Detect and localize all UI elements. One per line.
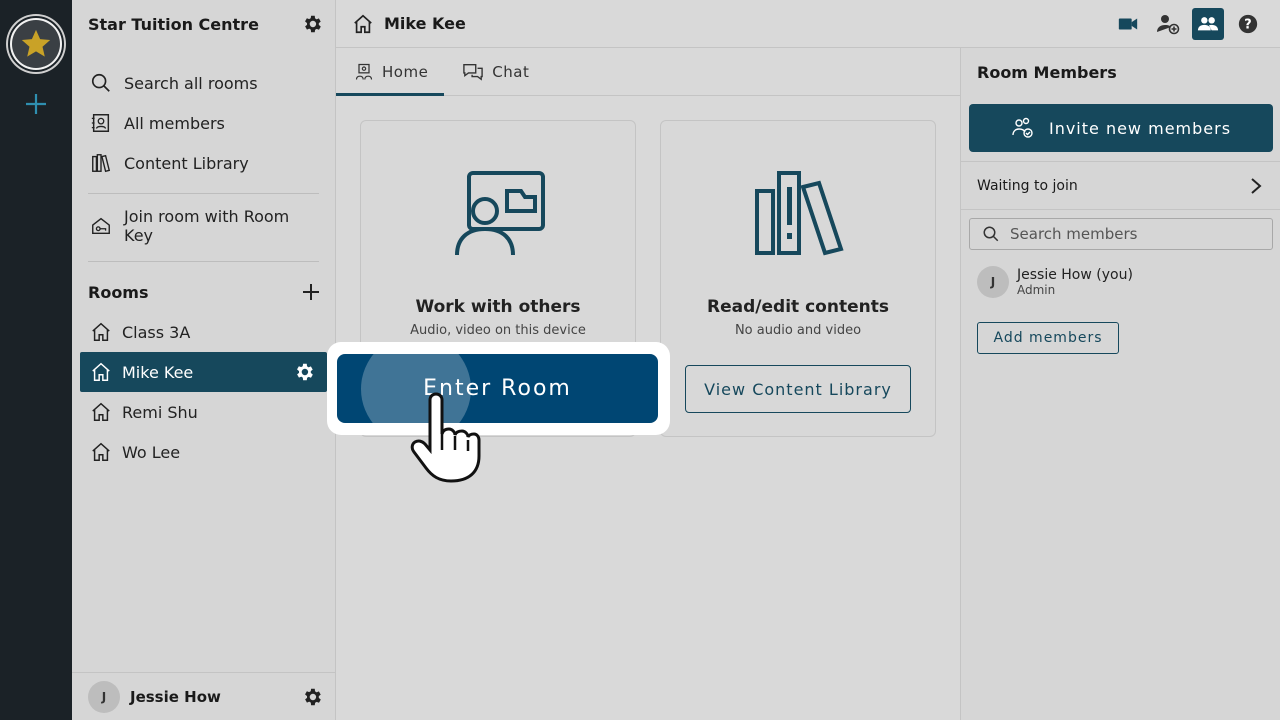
search-icon	[91, 73, 110, 92]
search-icon	[983, 226, 999, 242]
add-members-button[interactable]: Add members	[977, 322, 1119, 354]
key-home-icon	[92, 217, 110, 235]
room-item-wo-lee[interactable]: Wo Lee	[72, 432, 335, 472]
gear-icon[interactable]	[301, 686, 323, 708]
avatar: J	[977, 266, 1009, 298]
nav-search-rooms[interactable]: Search all rooms	[72, 63, 335, 103]
room-label: Mike Kee	[122, 362, 194, 382]
video-call-button[interactable]	[1112, 8, 1144, 40]
avatar[interactable]: J	[88, 680, 120, 713]
org-name: Star Tuition Centre	[88, 14, 259, 34]
add-person-icon	[1157, 15, 1180, 35]
members-book-icon	[91, 114, 110, 132]
tab-label: Chat	[492, 62, 530, 81]
help-button[interactable]: ?	[1232, 8, 1264, 40]
room-members-panel: Room Members Invite new members Waiting …	[960, 48, 1280, 720]
nav-label: Content Library	[124, 153, 249, 173]
room-label: Remi Shu	[122, 402, 198, 422]
books-illustration-icon	[755, 171, 844, 256]
home-icon	[92, 402, 110, 421]
waiting-to-join-row[interactable]: Waiting to join	[961, 161, 1280, 210]
join-room-key[interactable]: Join room with Room Key	[72, 206, 335, 246]
members-panel-button[interactable]	[1192, 8, 1224, 40]
home-icon	[92, 442, 110, 461]
home-people-icon	[355, 63, 373, 80]
room-title: Mike Kee	[384, 14, 466, 33]
user-footer: J Jessie How	[72, 672, 335, 720]
add-room-icon[interactable]	[301, 282, 321, 302]
view-content-library-button[interactable]: View Content Library	[685, 365, 911, 413]
member-row[interactable]: J Jessie How (you) Admin	[977, 266, 1133, 298]
card-subtitle: No audio and video	[734, 323, 862, 338]
panel-title: Room Members	[977, 62, 1117, 82]
room-header: Mike Kee ?	[336, 0, 1280, 48]
invite-label: Invite new members	[1048, 118, 1232, 138]
library-icon	[92, 154, 111, 173]
invite-people-icon	[1012, 117, 1033, 138]
rooms-heading: Rooms	[88, 282, 149, 302]
room-item-mike-kee[interactable]: Mike Kee	[80, 352, 327, 392]
nav-label: All members	[124, 113, 225, 133]
room-item-remi-shu[interactable]: Remi Shu	[72, 392, 335, 432]
home-icon	[92, 362, 110, 381]
user-name: Jessie How	[130, 687, 221, 706]
member-search-box	[969, 218, 1273, 250]
enter-room-highlight: Enter Room	[327, 342, 670, 435]
enter-room-button[interactable]: Enter Room	[337, 354, 658, 423]
room-settings-icon[interactable]	[293, 361, 315, 383]
org-logo[interactable]	[8, 16, 64, 72]
collaborate-illustration-icon	[455, 171, 545, 256]
search-members-input[interactable]	[1010, 225, 1250, 243]
nav-content-library[interactable]: Content Library	[72, 143, 335, 183]
help-icon: ?	[1238, 14, 1258, 34]
divider	[88, 261, 319, 262]
room-item-class-3a[interactable]: Class 3A	[72, 312, 335, 352]
gear-icon[interactable]	[301, 13, 323, 35]
chat-icon	[463, 63, 484, 81]
chevron-right-icon	[1251, 177, 1262, 194]
invite-new-members-button[interactable]: Invite new members	[969, 104, 1273, 152]
home-icon	[354, 14, 372, 33]
star-logo-icon	[21, 29, 51, 57]
nav-all-members[interactable]: All members	[72, 103, 335, 143]
tab-home[interactable]: Home	[336, 48, 445, 96]
room-label: Class 3A	[122, 322, 191, 342]
waiting-label: Waiting to join	[977, 177, 1078, 194]
card-title: Read/edit contents	[707, 297, 889, 317]
home-icon	[92, 322, 110, 341]
app-rail	[0, 0, 72, 720]
tab-chat[interactable]: Chat	[444, 48, 545, 95]
people-icon	[1197, 17, 1219, 31]
add-person-button[interactable]	[1152, 8, 1184, 40]
svg-text:?: ?	[1244, 18, 1251, 33]
sidebar: Star Tuition Centre Search all rooms All…	[72, 0, 336, 720]
member-role: Admin	[1017, 283, 1056, 297]
card-title: Work with others	[415, 297, 581, 317]
card-subtitle: Audio, video on this device	[410, 323, 586, 338]
tab-label: Home	[382, 62, 429, 81]
join-room-key-label: Join room with Room Key	[124, 207, 290, 245]
hand-cursor-icon	[410, 392, 481, 483]
video-camera-icon	[1118, 18, 1138, 30]
member-name: Jessie How (you)	[1017, 267, 1133, 283]
room-label: Wo Lee	[122, 442, 181, 462]
read-edit-card: Read/edit contents No audio and video Vi…	[660, 120, 936, 437]
divider	[88, 193, 319, 194]
nav-label: Search all rooms	[124, 73, 258, 93]
add-org-icon[interactable]	[22, 90, 50, 118]
